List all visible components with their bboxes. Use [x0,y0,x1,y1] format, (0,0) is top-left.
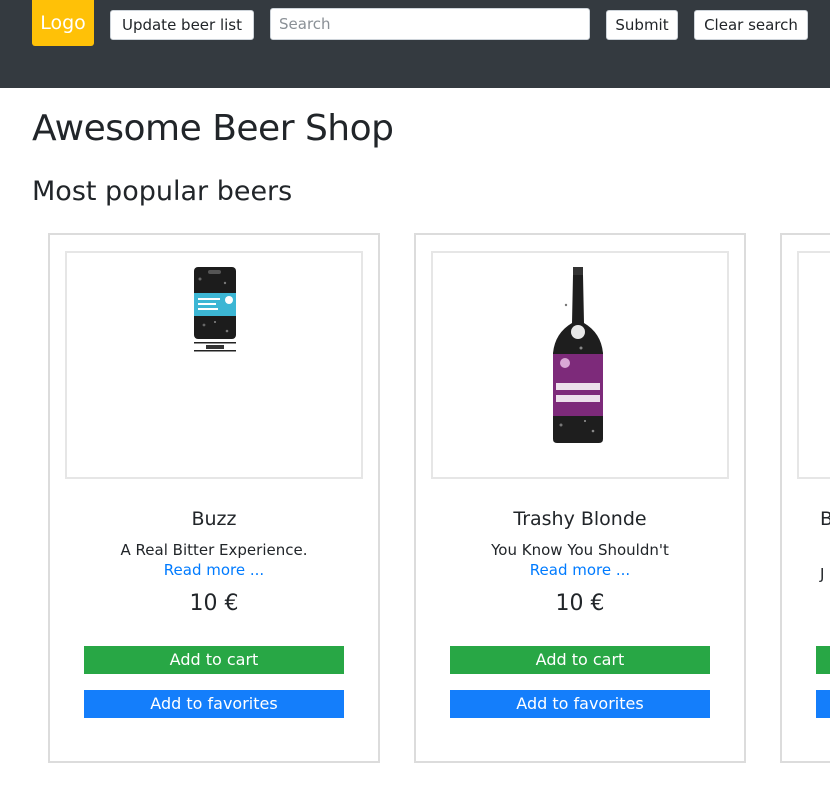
read-more-link[interactable]: Read more ... [416,561,744,579]
navbar: Logo Update beer list Submit Clear searc… [0,0,830,88]
add-to-favorites-button[interactable]: Add to favorites [84,690,344,718]
beer-tagline: You Know You Shouldn't [491,541,669,559]
page-title: Awesome Beer Shop [32,108,394,149]
submit-button[interactable]: Submit [606,10,678,40]
clear-search-button[interactable]: Clear search [694,10,808,40]
add-to-cart-button[interactable] [816,646,830,674]
beer-tagline: A Real Bitter Experience. [120,541,308,559]
product-image[interactable] [65,251,363,479]
bottle-icon [553,267,603,443]
beer-name: B [820,508,830,530]
keg-icon [194,267,236,352]
section-title: Most popular beers [32,176,293,207]
beer-price: 10 € [189,591,239,616]
search-input[interactable] [270,8,590,40]
logo[interactable]: Logo [32,0,94,46]
beer-name: Buzz [191,508,237,530]
beer-name: Trashy Blonde [513,508,647,530]
add-to-cart-button[interactable]: Add to cart [450,646,710,674]
product-image[interactable] [431,251,729,479]
product-card: B J [780,233,830,763]
add-to-cart-button[interactable]: Add to cart [84,646,344,674]
product-card: Trashy Blonde You Know You Shouldn't Rea… [414,233,746,763]
product-card: Buzz A Real Bitter Experience. Read more… [48,233,380,763]
add-to-favorites-button[interactable]: Add to favorites [450,690,710,718]
read-more-link[interactable]: Read more ... [50,561,378,579]
beer-tagline: J [820,565,825,583]
product-image[interactable] [797,251,830,479]
beer-price: 10 € [555,591,605,616]
add-to-favorites-button[interactable] [816,690,830,718]
update-beer-list-button[interactable]: Update beer list [110,10,254,40]
